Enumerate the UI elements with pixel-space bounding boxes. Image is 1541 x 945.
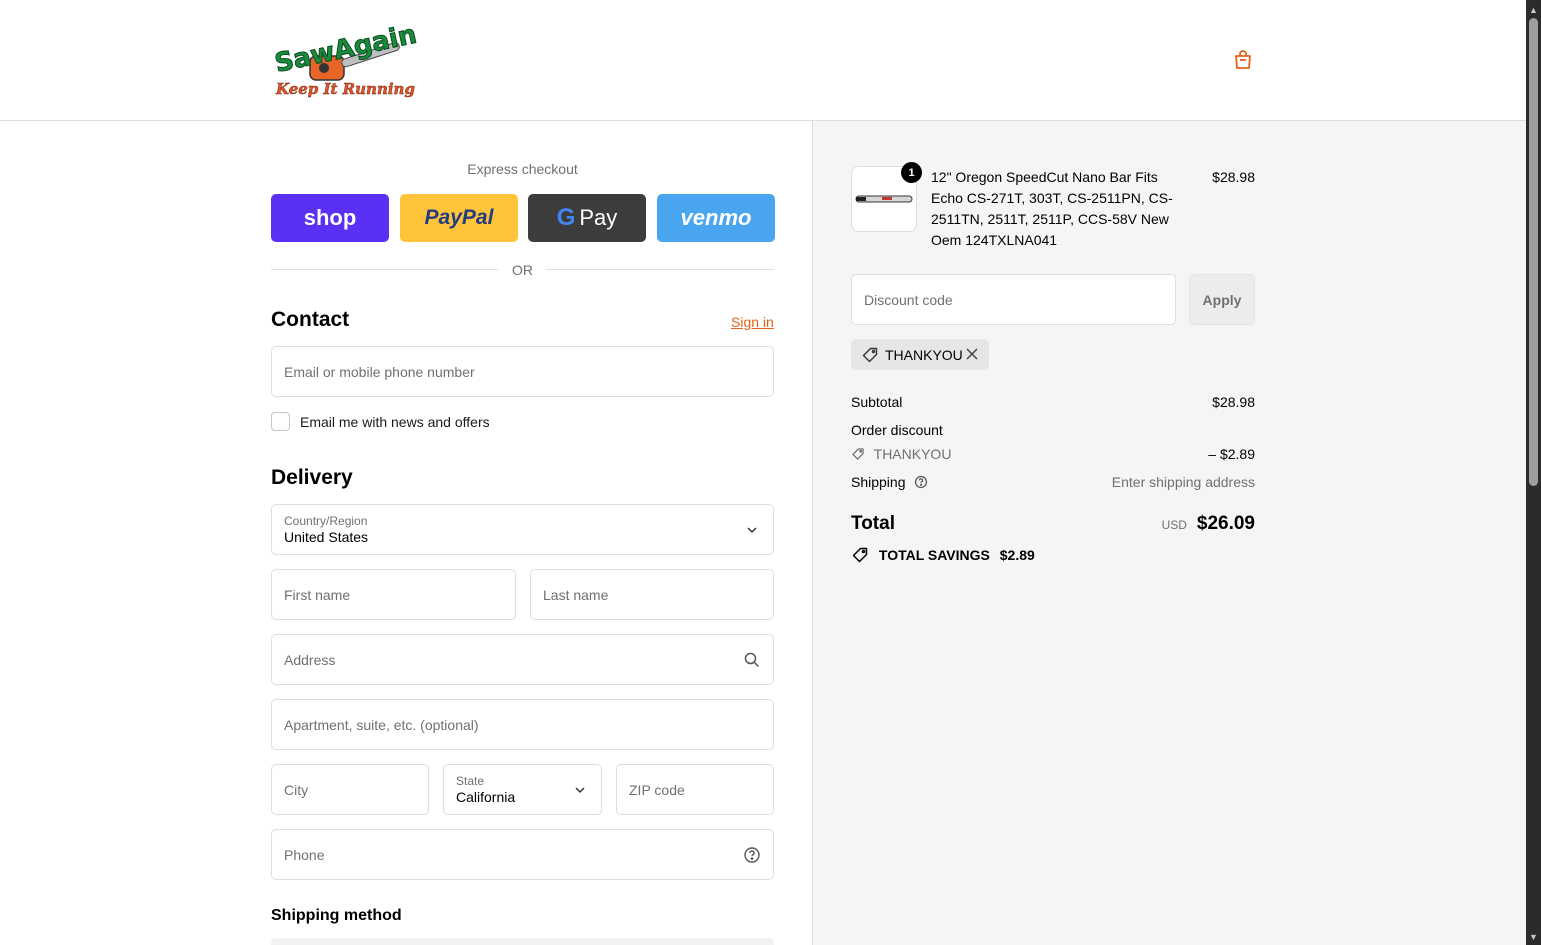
header: SawAgain Keep It Running	[0, 0, 1526, 121]
help-icon[interactable]	[914, 475, 928, 489]
tag-icon	[861, 346, 879, 364]
or-divider: OR	[271, 260, 774, 280]
scroll-down-arrow-icon[interactable]: ▼	[1526, 931, 1541, 943]
city-field[interactable]: City	[271, 764, 429, 815]
apply-discount-button[interactable]: Apply	[1189, 274, 1255, 325]
phone-placeholder: Phone	[284, 847, 325, 863]
first-name-field[interactable]: First name	[271, 569, 516, 620]
product-price: $28.98	[1212, 169, 1255, 185]
venmo-button[interactable]: venmo	[657, 194, 775, 242]
email-placeholder: Email or mobile phone number	[284, 364, 475, 380]
quantity-badge: 1	[901, 162, 922, 183]
applied-discount-chip: THANKYOU	[851, 339, 989, 370]
state-label: State	[456, 774, 485, 788]
express-checkout-title: Express checkout	[467, 161, 578, 177]
small-tag-icon	[851, 447, 865, 461]
remove-discount-icon[interactable]	[965, 347, 979, 361]
total-value: $26.09	[1196, 513, 1255, 534]
email-field[interactable]: Email or mobile phone number	[271, 346, 774, 397]
shipping-value: Enter shipping address	[1111, 474, 1255, 490]
news-offers-checkbox[interactable]	[271, 412, 290, 431]
logo-text: SawAgain	[272, 20, 419, 79]
product-name: 12" Oregon SpeedCut Nano Bar Fits Echo C…	[931, 169, 1173, 248]
city-placeholder: City	[284, 782, 309, 798]
discount-value: – $2.89	[1208, 446, 1255, 462]
zip-field[interactable]: ZIP code	[616, 764, 774, 815]
country-label: Country/Region	[284, 514, 368, 528]
shop-pay-label: shop	[303, 205, 357, 230]
last-name-field[interactable]: Last name	[530, 569, 774, 620]
chevron-down-icon	[743, 521, 761, 539]
discount-code-field[interactable]: Discount code	[851, 274, 1176, 325]
phone-field[interactable]: Phone	[271, 829, 774, 880]
page-scrollbar[interactable]: ▲ ▼	[1526, 0, 1541, 945]
total-label: Total	[851, 513, 895, 534]
news-offers-label: Email me with news and offers	[300, 414, 490, 430]
currency-label: USD	[1161, 518, 1187, 532]
savings-tag-icon	[851, 546, 869, 564]
scrollbar-thumb[interactable]	[1529, 18, 1538, 486]
state-value: California	[456, 789, 516, 805]
search-icon	[743, 651, 761, 669]
subtotal-row: Subtotal $28.98	[851, 394, 1255, 410]
shipping-method-heading: Shipping method	[271, 907, 402, 924]
subtotal-value: $28.98	[1212, 394, 1255, 410]
or-label: OR	[512, 262, 533, 278]
first-name-placeholder: First name	[284, 587, 351, 603]
google-g-icon: G	[556, 204, 576, 231]
total-savings-row: TOTAL SAVINGS $2.89	[851, 546, 1255, 564]
applied-discount-code: THANKYOU	[885, 346, 963, 363]
shipping-label: Shipping	[851, 474, 906, 490]
subtotal-label: Subtotal	[851, 394, 903, 410]
venmo-label: venmo	[680, 205, 752, 230]
logo-tagline: Keep It Running	[275, 80, 415, 98]
order-discount-row: Order discount	[851, 422, 1255, 438]
cart-icon[interactable]	[1231, 48, 1255, 72]
google-pay-button[interactable]: G Pay	[528, 194, 646, 242]
discount-code-label: THANKYOU	[873, 446, 952, 462]
shipping-method-box	[271, 938, 774, 945]
country-select[interactable]: Country/Region United States	[271, 504, 774, 555]
last-name-placeholder: Last name	[543, 587, 609, 603]
discount-code-placeholder: Discount code	[864, 292, 953, 308]
total-row: Total USD $26.09	[851, 513, 1255, 539]
paypal-button[interactable]: PayPal	[400, 194, 518, 242]
sign-in-link[interactable]: Sign in	[731, 314, 774, 330]
shipping-row: Shipping Enter shipping address	[851, 474, 1255, 490]
zip-placeholder: ZIP code	[629, 782, 685, 798]
chevron-down-icon	[571, 781, 589, 799]
paypal-label: PayPal	[424, 206, 494, 229]
delivery-heading: Delivery	[271, 466, 353, 489]
address-field[interactable]: Address	[271, 634, 774, 685]
google-pay-label: Pay	[579, 205, 618, 230]
shop-pay-button[interactable]: shop	[271, 194, 389, 242]
store-logo[interactable]: SawAgain Keep It Running	[272, 19, 432, 100]
scroll-up-arrow-icon[interactable]: ▲	[1526, 4, 1541, 16]
contact-heading: Contact	[271, 308, 350, 331]
state-select[interactable]: State California	[443, 764, 602, 815]
help-icon[interactable]	[743, 846, 761, 864]
apartment-field[interactable]: Apartment, suite, etc. (optional)	[271, 699, 774, 750]
savings-value: $2.89	[999, 547, 1035, 563]
country-value: United States	[284, 529, 369, 545]
order-discount-label: Order discount	[851, 422, 943, 438]
apartment-placeholder: Apartment, suite, etc. (optional)	[284, 717, 479, 733]
discount-code-row: THANKYOU – $2.89	[851, 446, 1255, 462]
address-placeholder: Address	[284, 652, 336, 668]
savings-label: TOTAL SAVINGS	[878, 547, 990, 563]
